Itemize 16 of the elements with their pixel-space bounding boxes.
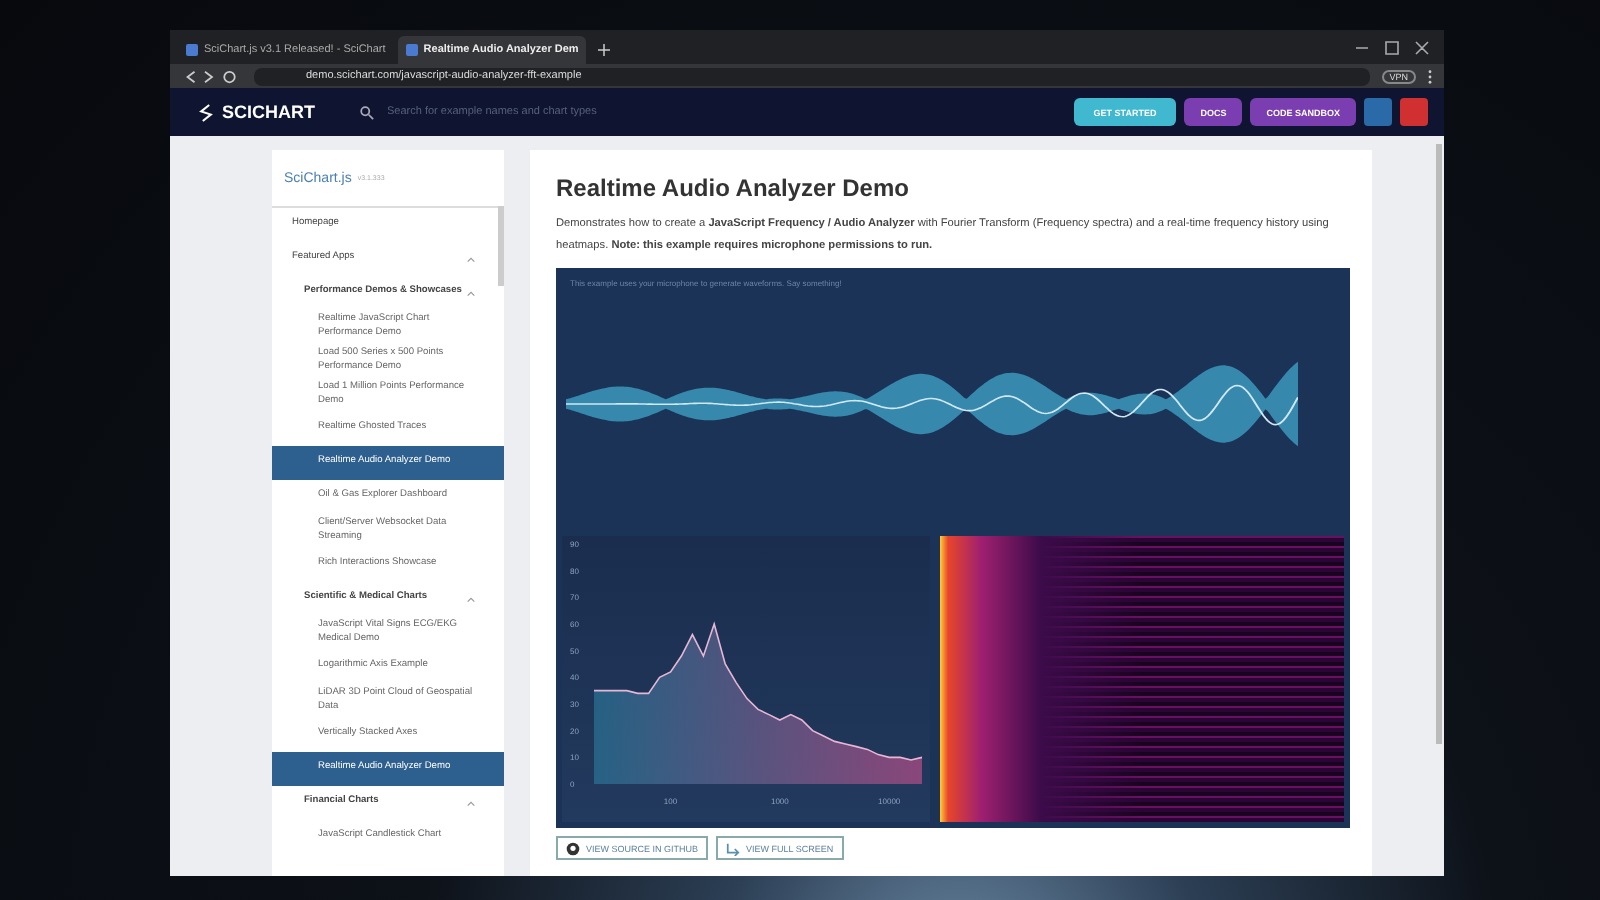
chevron-icon[interactable] <box>466 595 476 603</box>
page-title: Realtime Audio Analyzer Demo <box>556 174 911 202</box>
window-controls-icon[interactable] <box>1352 40 1432 56</box>
plus-icon[interactable] <box>598 44 611 56</box>
scrollbar[interactable] <box>1436 144 1442 744</box>
navigation-icon[interactable] <box>182 69 242 83</box>
scrollbar[interactable] <box>498 206 504 286</box>
search-icon <box>359 105 373 119</box>
github-icon <box>566 841 580 856</box>
chevron-icon[interactable] <box>466 255 476 263</box>
grid-button[interactable] <box>1400 98 1428 126</box>
chevron-icon[interactable] <box>466 799 476 807</box>
site-logo[interactable]: SCICHART <box>222 102 315 122</box>
github-button[interactable] <box>1364 98 1392 126</box>
arrow-icon <box>726 841 741 856</box>
chevron-icon[interactable] <box>466 289 476 297</box>
